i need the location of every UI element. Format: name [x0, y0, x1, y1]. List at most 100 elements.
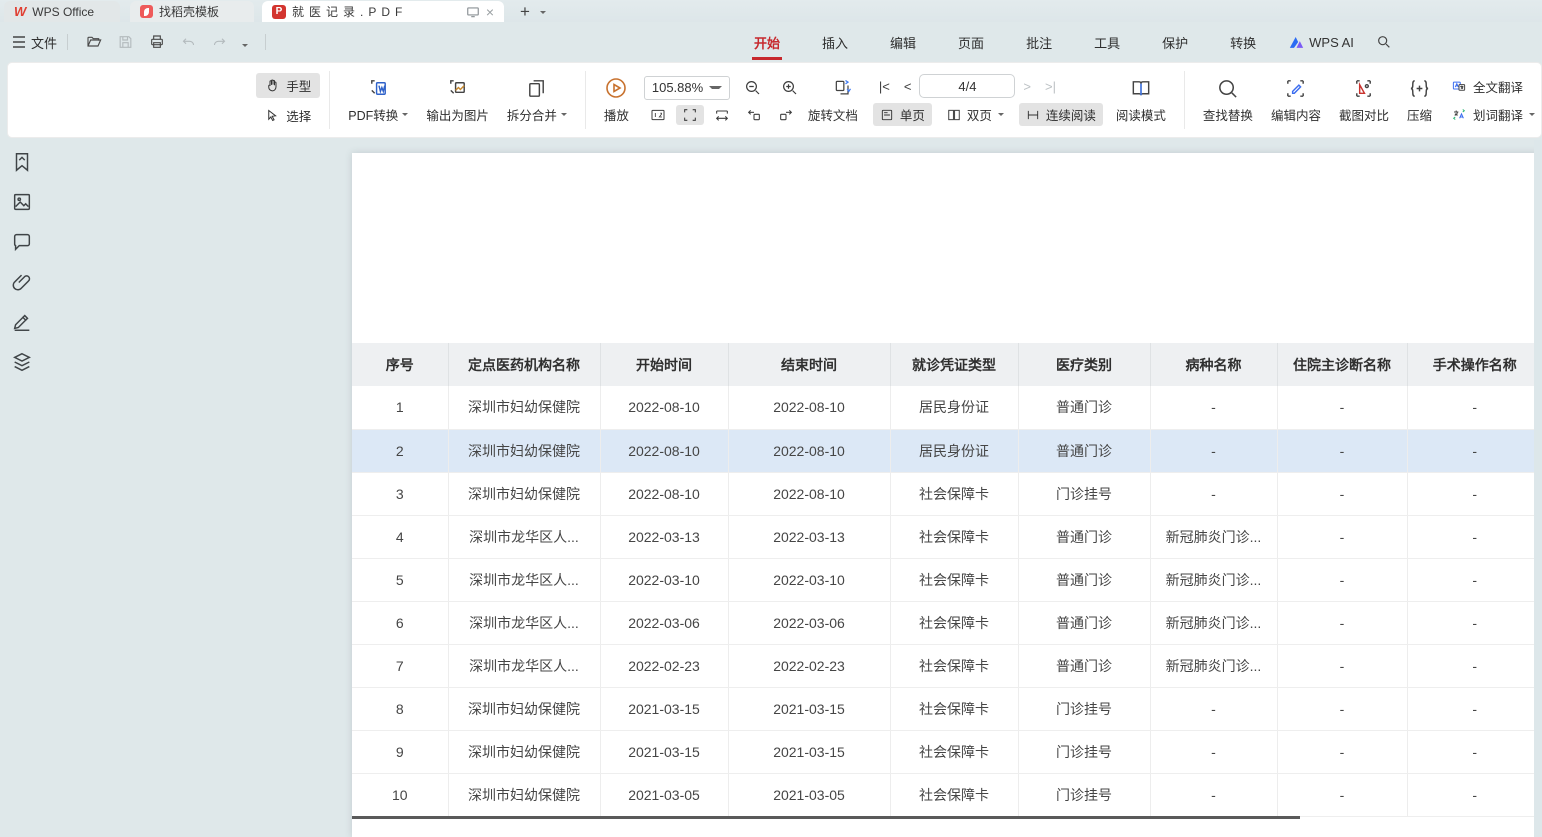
rotate-right-icon[interactable] [772, 105, 800, 125]
column-header: 结束时间 [728, 343, 890, 386]
menu-tools[interactable]: 工具 [1073, 22, 1141, 62]
full-translate-button[interactable]: 全文翻译 [1445, 75, 1541, 98]
quickbar-chevron-icon[interactable] [235, 35, 255, 50]
search-icon[interactable] [1366, 34, 1402, 50]
table-cell: 深圳市妇幼保健院 [448, 730, 600, 773]
table-cell: 2 [352, 429, 448, 472]
table-cell: 社会保障卡 [890, 472, 1018, 515]
find-replace-icon [1216, 77, 1239, 100]
single-page-button[interactable]: 单页 [873, 103, 932, 126]
menu-page[interactable]: 页面 [937, 22, 1005, 62]
dropdown-chevron-icon [998, 113, 1004, 116]
tab-list-chevron-icon[interactable] [540, 11, 546, 14]
first-page-icon[interactable]: |< [873, 79, 896, 94]
menu-edit[interactable]: 编辑 [869, 22, 937, 62]
table-cell: 9 [352, 730, 448, 773]
read-mode-button[interactable]: 阅读模式 [1107, 77, 1175, 124]
table-cell: 普通门诊 [1018, 644, 1150, 687]
monitor-icon[interactable] [466, 5, 480, 19]
column-header: 医疗类别 [1018, 343, 1150, 386]
find-replace-button[interactable]: 查找替换 [1194, 77, 1262, 124]
undo-icon[interactable] [173, 35, 204, 50]
table-row: 9深圳市妇幼保健院2021-03-152021-03-15社会保障卡门诊挂号--… [352, 730, 1542, 773]
compress-button[interactable]: 压缩 [1398, 77, 1441, 124]
side-panel-icons [0, 150, 44, 374]
play-button[interactable]: 播放 [595, 76, 638, 124]
table-cell: 社会保障卡 [890, 558, 1018, 601]
menu-home[interactable]: 开始 [733, 22, 801, 62]
prev-page-icon[interactable]: < [898, 79, 918, 94]
divider [265, 34, 266, 50]
table-cell: 7 [352, 644, 448, 687]
table-cell: 深圳市妇幼保健院 [448, 429, 600, 472]
table-bottom-border [352, 816, 1300, 819]
fit-width-icon[interactable] [708, 105, 736, 125]
table-row: 6深圳市龙华区人...2022-03-062022-03-06社会保障卡普通门诊… [352, 601, 1542, 644]
continuous-read-icon [1026, 108, 1040, 122]
table-row: 2深圳市妇幼保健院2022-08-102022-08-10居民身份证普通门诊--… [352, 429, 1542, 472]
menu-protect[interactable]: 保护 [1141, 22, 1209, 62]
close-icon[interactable]: × [486, 5, 494, 19]
page-number-input[interactable]: 4/4 [919, 74, 1015, 98]
export-image-button[interactable]: 输出为图片 [417, 77, 498, 124]
word-translate-button[interactable]: 划词翻译 [1445, 103, 1541, 126]
zoom-in-icon[interactable] [776, 77, 804, 99]
table-cell: 居民身份证 [890, 386, 1018, 429]
attachment-icon[interactable] [10, 270, 34, 294]
edit-content-button[interactable]: 编辑内容 [1262, 77, 1330, 124]
fit-page-icon[interactable] [676, 105, 704, 125]
menu-convert[interactable]: 转换 [1209, 22, 1277, 62]
table-row: 4深圳市龙华区人...2022-03-132022-03-13社会保障卡普通门诊… [352, 515, 1542, 558]
comment-icon[interactable] [10, 230, 34, 254]
pdf-convert-button[interactable]: PDF转换 [339, 77, 417, 124]
screenshot-compare-button[interactable]: 截图对比 [1330, 77, 1398, 124]
zoom-out-icon[interactable] [739, 77, 767, 99]
table-cell: 新冠肺炎门诊... [1150, 558, 1277, 601]
redo-icon[interactable] [204, 35, 235, 50]
table-cell: 社会保障卡 [890, 601, 1018, 644]
table-row: 3深圳市妇幼保健院2022-08-102022-08-10社会保障卡门诊挂号--… [352, 472, 1542, 515]
bookmark-icon[interactable] [10, 150, 34, 174]
hand-tool-button[interactable]: 手型 [256, 73, 320, 98]
new-tab-button[interactable]: + [516, 2, 534, 22]
layers-icon[interactable] [10, 350, 34, 374]
next-page-icon[interactable]: > [1017, 79, 1037, 94]
scrollbar-track[interactable] [1534, 140, 1542, 837]
table-cell: 门诊挂号 [1018, 730, 1150, 773]
zoom-level-select[interactable]: 105.88% [644, 76, 730, 100]
tab-docer[interactable]: 找稻壳模板 [130, 1, 254, 22]
actual-size-icon[interactable] [644, 105, 672, 125]
save-icon[interactable] [110, 34, 141, 50]
rotate-pages-icon[interactable] [827, 76, 859, 100]
table-cell: 新冠肺炎门诊... [1150, 644, 1277, 687]
rotate-left-icon[interactable] [740, 105, 768, 125]
signature-icon[interactable] [10, 310, 34, 334]
wps-ai-icon [1289, 35, 1304, 49]
continuous-read-button[interactable]: 连续阅读 [1019, 103, 1103, 126]
table-cell: - [1407, 730, 1542, 773]
menu-bar: 文件 开始 插入 编辑 页面 批注 工具 保护 转换 WPS AI [0, 22, 1542, 62]
table-header-row: 序号定点医药机构名称开始时间结束时间就诊凭证类型医疗类别病种名称住院主诊断名称手… [352, 343, 1542, 386]
last-page-icon[interactable]: >| [1039, 79, 1062, 94]
tab-document[interactable]: P 就医记录.PDF × [262, 1, 504, 22]
table-cell: 深圳市龙华区人... [448, 601, 600, 644]
full-translate-icon [1451, 79, 1467, 94]
table-cell: 社会保障卡 [890, 687, 1018, 730]
file-menu-button[interactable]: 文件 [12, 33, 57, 52]
table-cell: 普通门诊 [1018, 429, 1150, 472]
select-tool-button[interactable]: 选择 [256, 103, 320, 128]
thumbnail-icon[interactable] [10, 190, 34, 214]
print-icon[interactable] [141, 34, 173, 50]
table-cell: - [1407, 601, 1542, 644]
menu-insert[interactable]: 插入 [801, 22, 869, 62]
double-page-button[interactable]: 双页 [940, 103, 1011, 126]
menu-annotate[interactable]: 批注 [1005, 22, 1073, 62]
tab-wps-office[interactable]: W WPS Office [4, 1, 120, 22]
table-cell: 10 [352, 773, 448, 816]
pdf-page[interactable]: 序号定点医药机构名称开始时间结束时间就诊凭证类型医疗类别病种名称住院主诊断名称手… [352, 153, 1542, 837]
split-merge-button[interactable]: 拆分合并 [498, 77, 576, 124]
rotate-doc-label[interactable]: 旋转文档 [808, 105, 858, 124]
single-page-icon [880, 108, 894, 122]
open-file-icon[interactable] [78, 34, 110, 50]
wps-ai-button[interactable]: WPS AI [1277, 35, 1366, 50]
